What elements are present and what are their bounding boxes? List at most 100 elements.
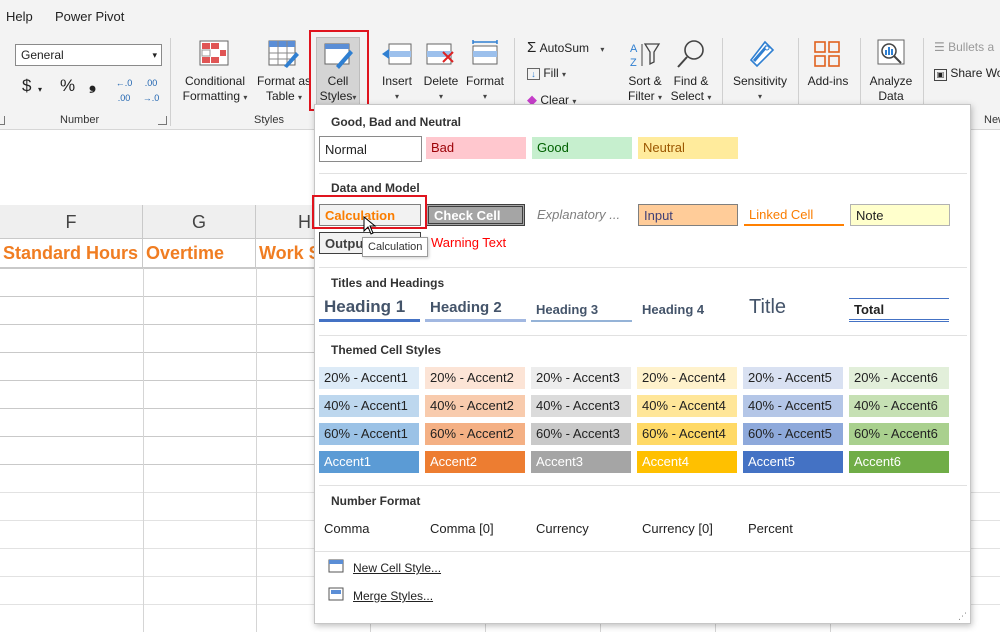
style-themed-2-0[interactable]: 60% - Accent1 [319, 423, 419, 445]
style-note[interactable]: Note [850, 204, 950, 226]
sort-filter-label-2: Filter [627, 89, 655, 103]
share-label: Share Wo [950, 66, 1000, 80]
style-themed-0-4[interactable]: 20% - Accent5 [743, 367, 843, 389]
header-cell-standard-hours[interactable]: Standard Hours [0, 239, 143, 268]
insert-button[interactable]: Insert ▾ [378, 74, 416, 104]
percent-style-button[interactable]: % [60, 77, 75, 94]
style-bad[interactable]: Bad [426, 137, 526, 159]
style-currency[interactable]: Currency [531, 518, 631, 540]
style-comma-0[interactable]: Comma [0] [425, 518, 525, 540]
increase-decimal-button[interactable]: ←.0 .00 [113, 76, 135, 106]
bullets-button[interactable]: ☰ Bullets a [934, 40, 994, 55]
style-themed-2-4[interactable]: 60% - Accent5 [743, 423, 843, 445]
style-warning-text[interactable]: Warning Text [426, 232, 526, 254]
grid-column-line [256, 268, 257, 632]
autosum-button[interactable]: Σ AutoSum ▾ [527, 40, 604, 57]
resize-grip-icon[interactable]: ⋰ [958, 611, 967, 622]
style-percent[interactable]: Percent [743, 518, 843, 540]
grid-row-line [0, 324, 316, 325]
chevron-down-icon: ▾ [658, 93, 663, 102]
sigma-icon: Σ [527, 39, 537, 56]
format-as-table-label-2: Table [265, 89, 295, 103]
style-heading-4[interactable]: Heading 4 [637, 299, 737, 321]
merge-styles-button[interactable]: Merge Styles... [353, 589, 433, 603]
header-cell-work[interactable]: Work S [256, 239, 316, 268]
style-linked-cell[interactable]: Linked Cell [744, 204, 844, 226]
style-themed-3-1[interactable]: Accent2 [425, 451, 525, 473]
style-themed-3-4[interactable]: Accent5 [743, 451, 843, 473]
style-heading-1[interactable]: Heading 1 [319, 295, 420, 322]
style-themed-0-1[interactable]: 20% - Accent2 [425, 367, 525, 389]
number-format-dropdown[interactable]: General ▾ [15, 44, 162, 66]
decrease-decimal-button[interactable]: .00 →.0 [140, 76, 162, 106]
style-themed-1-0[interactable]: 40% - Accent1 [319, 395, 419, 417]
share-icon: ▣ [934, 69, 947, 81]
number-dialog-launcher-icon[interactable] [158, 116, 167, 125]
style-input[interactable]: Input [638, 204, 738, 226]
style-explanatory[interactable]: Explanatory ... [532, 204, 632, 226]
style-themed-1-5[interactable]: 40% - Accent6 [849, 395, 949, 417]
style-themed-2-1[interactable]: 60% - Accent2 [425, 423, 525, 445]
style-check-cell[interactable]: Check Cell [426, 204, 525, 226]
currency-format-button[interactable]: $ [22, 77, 31, 94]
style-themed-0-5[interactable]: 20% - Accent6 [849, 367, 949, 389]
style-heading-3[interactable]: Heading 3 [531, 299, 632, 322]
style-themed-1-3[interactable]: 40% - Accent4 [637, 395, 737, 417]
column-header-h[interactable]: H [256, 205, 316, 239]
chevron-down-icon: ▾ [562, 70, 567, 79]
section-title-themed: Themed Cell Styles [331, 343, 442, 357]
section-title-good-bad-neutral: Good, Bad and Neutral [331, 115, 462, 129]
sort-filter-button[interactable]: Sort & Filter ▾ [622, 74, 668, 105]
style-themed-0-2[interactable]: 20% - Accent3 [531, 367, 631, 389]
menu-power-pivot[interactable]: Power Pivot [55, 9, 124, 24]
chevron-down-icon: ▾ [482, 92, 487, 101]
style-themed-2-3[interactable]: 60% - Accent4 [637, 423, 737, 445]
style-total[interactable]: Total [849, 298, 949, 322]
format-as-table-button[interactable]: Format as Table ▾ [254, 74, 314, 105]
analyze-data-button[interactable]: Analyze Data [866, 74, 916, 104]
style-currency-0[interactable]: Currency [0] [637, 518, 737, 540]
format-button[interactable]: Format ▾ [464, 74, 506, 104]
new-cell-style-button[interactable]: New Cell Style... [353, 561, 441, 575]
find-select-button[interactable]: Find & Select ▾ [668, 74, 714, 105]
style-comma[interactable]: Comma [319, 518, 419, 540]
chevron-down-icon: ▾ [298, 93, 303, 102]
cell-styles-button[interactable]: Cell Styles▾ [316, 37, 360, 109]
column-header-f[interactable]: F [0, 205, 143, 239]
style-normal[interactable]: Normal [319, 136, 422, 162]
section-divider [319, 485, 967, 486]
style-themed-1-4[interactable]: 40% - Accent5 [743, 395, 843, 417]
style-themed-2-5[interactable]: 60% - Accent6 [849, 423, 949, 445]
conditional-formatting-button[interactable]: Conditional Formatting ▾ [178, 74, 252, 105]
style-themed-0-0[interactable]: 20% - Accent1 [319, 367, 419, 389]
style-themed-1-2[interactable]: 40% - Accent3 [531, 395, 631, 417]
merge-styles-label: Merge Styles... [353, 589, 434, 603]
style-themed-2-2[interactable]: 60% - Accent3 [531, 423, 631, 445]
style-themed-3-3[interactable]: Accent4 [637, 451, 737, 473]
style-good[interactable]: Good [532, 137, 632, 159]
style-themed-3-0[interactable]: Accent1 [319, 451, 419, 473]
style-title[interactable]: Title [743, 293, 843, 321]
grid-row-line [0, 464, 316, 465]
sensitivity-button[interactable]: Sensitivity ▾ [728, 74, 792, 104]
delete-button[interactable]: Delete ▾ [421, 74, 461, 104]
insert-label: Insert [381, 74, 412, 88]
addins-button[interactable]: Add-ins [802, 74, 854, 89]
style-neutral[interactable]: Neutral [638, 137, 738, 159]
styles-group-label: Styles [254, 114, 284, 126]
style-themed-3-5[interactable]: Accent6 [849, 451, 949, 473]
style-heading-2[interactable]: Heading 2 [425, 297, 526, 322]
fill-button[interactable]: ↓ Fill ▾ [527, 66, 566, 82]
style-themed-3-2[interactable]: Accent3 [531, 451, 631, 473]
menu-help[interactable]: Help [6, 9, 33, 24]
share-workbook-button[interactable]: ▣ Share Wo [934, 66, 1000, 81]
chevron-down-icon: ▾ [438, 92, 443, 101]
section-divider [319, 173, 967, 174]
dialog-launcher-icon[interactable] [0, 116, 5, 125]
header-cell-overtime[interactable]: Overtime [143, 239, 256, 268]
column-header-g[interactable]: G [143, 205, 256, 239]
comma-style-button[interactable]: ❟ [89, 74, 96, 92]
chevron-down-icon[interactable]: ▾ [38, 82, 42, 97]
style-themed-1-1[interactable]: 40% - Accent2 [425, 395, 525, 417]
style-themed-0-3[interactable]: 20% - Accent4 [637, 367, 737, 389]
